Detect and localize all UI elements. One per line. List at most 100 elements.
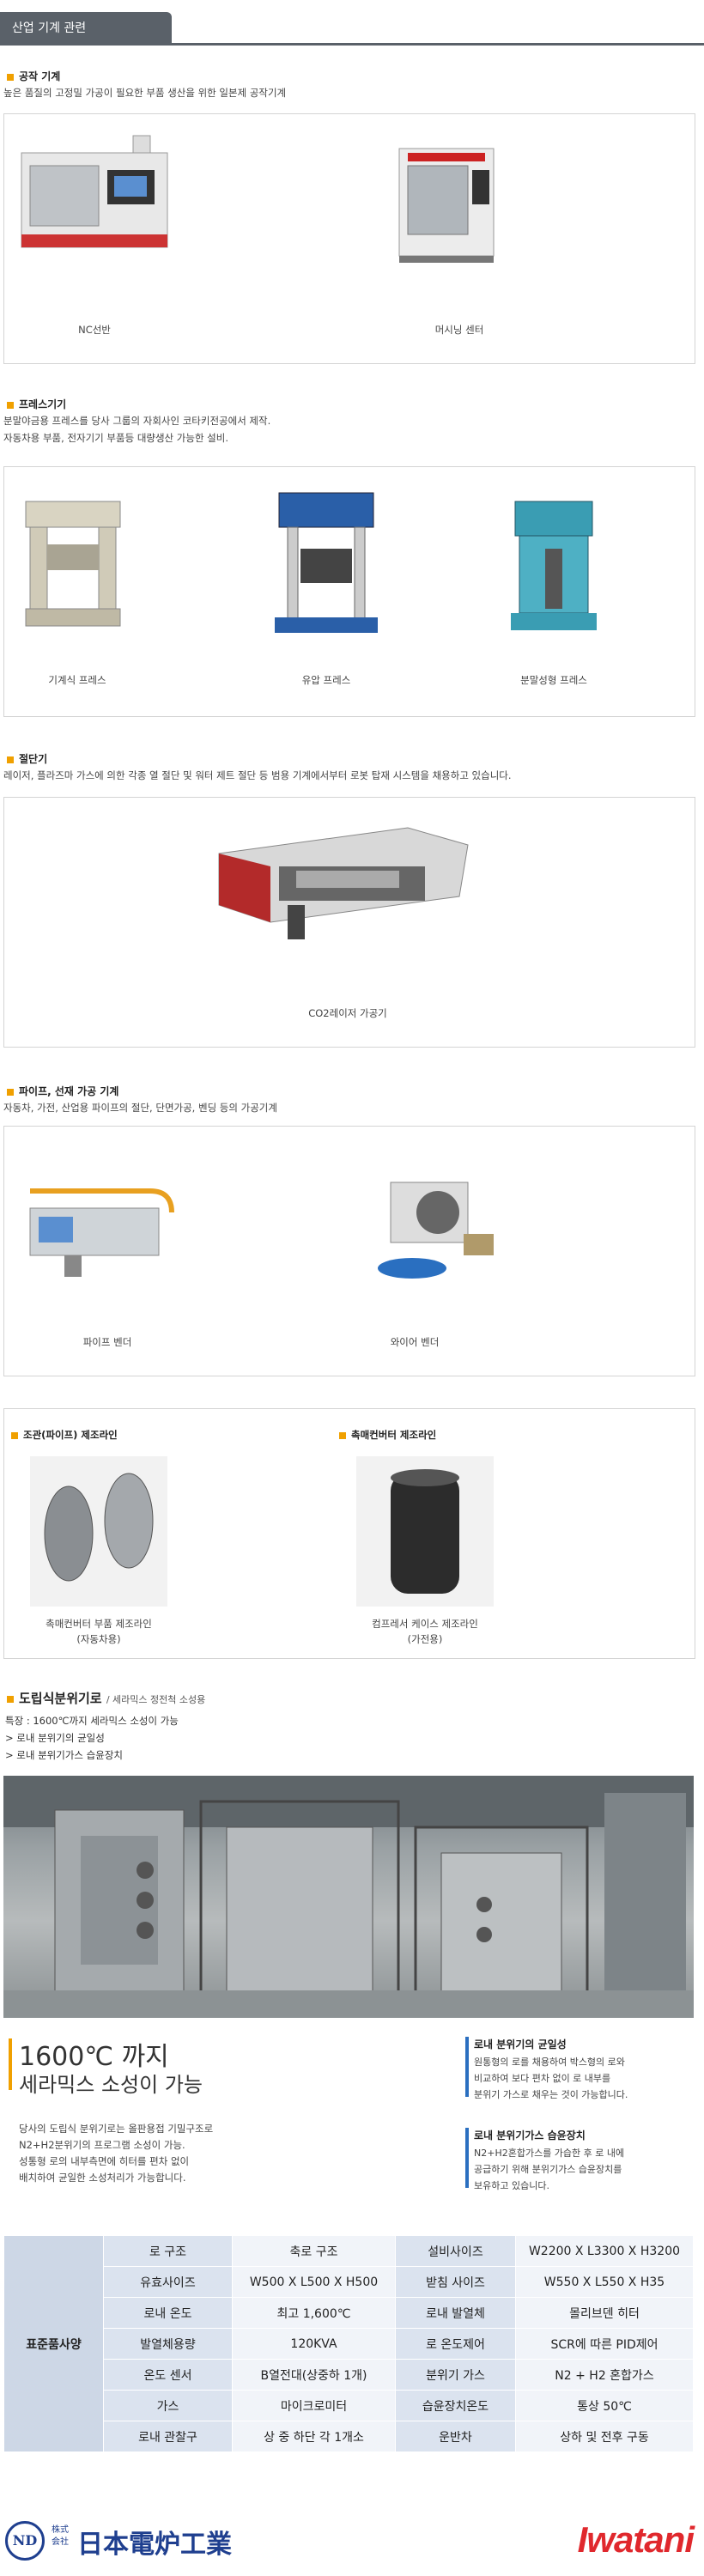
pipe-box: 파이프 벤더 와이어 벤더 (3, 1126, 695, 1376)
production-lines-box: 조관(파이프) 제조라인 촉매컨버터 제조라인 촉매컨버터 부품 제조라인 (자… (3, 1408, 695, 1659)
table-row: 발열체용량 120KVA 로 온도제어 SCR에 따른 PID제어 (4, 2328, 694, 2360)
section-title-cutter: 절단기 (7, 751, 47, 766)
nd-logo-icon: ND (5, 2521, 45, 2561)
tab-underline (0, 43, 704, 46)
spec-table: 표준품사양 로 구조 축로 구조 설비사이즈 W2200 X L3300 X H… (3, 2235, 694, 2452)
section-title-press: 프레스기기 (7, 397, 66, 411)
table-row: 표준품사양 로 구조 축로 구조 설비사이즈 W2200 X L3300 X H… (3, 2235, 694, 2452)
caption-compressor-case: 컴프레서 케이스 제조라인 (372, 1618, 478, 1630)
spec-label: 습윤장치온도 (395, 2390, 516, 2421)
spec-value: SCR에 따른 PID제어 (515, 2328, 694, 2360)
caption-compressor-case-sub: (가전용) (407, 1633, 443, 1645)
furnace-desc-line: N2+H2분위기의 프로그램 소성이 가능. (19, 2139, 185, 2151)
spec-value: 마이크로미터 (232, 2390, 396, 2421)
press-box: 기계식 프레스 유압 프레스 분말성형 프레스 (3, 466, 695, 717)
caption-co2-laser: CO2레이저 가공기 (308, 1007, 387, 1019)
table-row: 로내 관찰구 상 중 하단 각 1개소 운반차 상하 및 전후 구동 (4, 2421, 694, 2452)
section-desc-press-2: 자동차용 부품, 전자기기 부품등 대량생산 가능한 설비. (3, 432, 229, 444)
mechanical-press-image (25, 501, 121, 627)
headline-ceramics: 세라믹스 소성이 가능 (19, 2073, 203, 2097)
footer-logos: ND 株式 会社 日本電炉工業 Iwatani (0, 2518, 704, 2569)
uniformity-line: 원통형의 로를 채용하여 박스형의 로와 (474, 2057, 625, 2068)
furnace-desc-line: 성통형 로의 내부측면에 히터를 편차 없이 (19, 2155, 190, 2167)
section-title-catalyst-line: 촉매컨버터 제조라인 (339, 1428, 436, 1442)
furnace-desc-line: 배치하여 균일한 소성처리가 가능합니다. (19, 2172, 186, 2184)
table-row: 유효사이즈 W500 X L500 X H500 받침 사이즈 W550 X L… (4, 2266, 694, 2298)
caption-catalyst-parts-sub: (자동차용) (76, 1633, 121, 1645)
humidifier-body: N2+H2혼합가스를 가습한 후 로 내에 공급하기 위해 분위기가스 습윤장치… (474, 2145, 624, 2194)
humidifier-line: 보유하고 있습니다. (474, 2180, 549, 2191)
spec-label: 로 구조 (103, 2235, 233, 2267)
wire-bender-image (378, 1182, 494, 1279)
pipe-bender-image (29, 1188, 174, 1277)
table-row: 로내 온도 최고 1,600℃ 로내 발열체 몰리브덴 히터 (4, 2297, 694, 2329)
humidifier-line: N2+H2혼합가스를 가습한 후 로 내에 (474, 2148, 625, 2159)
table-row: 가스 마이크로미터 습윤장치온도 통상 50℃ (4, 2390, 694, 2421)
spec-value: 몰리브덴 히터 (515, 2297, 694, 2329)
furnace-desc: 당사의 도립식 분위기로는 올판용접 기밀구조로 N2+H2분위기의 프로그램 … (19, 2121, 213, 2186)
spec-label: 온도 센서 (103, 2359, 233, 2391)
feature-uniformity: > 로내 분위기의 균일성 (5, 1732, 105, 1744)
spec-value: W550 X L550 X H35 (515, 2266, 694, 2298)
right-accent-bar-2 (465, 2128, 469, 2188)
caption-hydraulic-press: 유압 프레스 (301, 674, 351, 686)
section-desc-pipe: 자동차, 가전, 산업용 파이프의 절단, 단면가공, 벤딩 등의 가공기계 (3, 1102, 277, 1114)
uniformity-body: 원통형의 로를 채용하여 박스형의 로와 비교하여 보다 편차 없이 로 내부를… (474, 2054, 628, 2103)
spec-label: 운반차 (395, 2421, 516, 2452)
spec-value: B열전대(상중하 1개) (232, 2359, 396, 2391)
spec-value: 축로 구조 (232, 2235, 396, 2267)
furnace-photo (3, 1776, 694, 2018)
section-desc-machine-tools: 높은 품질의 고정밀 가공이 필요한 부품 생산을 위한 일본제 공작기계 (3, 87, 287, 99)
spec-label: 유효사이즈 (103, 2266, 233, 2298)
feature-humidifier: > 로내 분위기가스 습윤장치 (5, 1749, 123, 1761)
nd-logo-text: 日本電炉工業 (77, 2530, 232, 2560)
uniformity-line: 비교하여 보다 편차 없이 로 내부를 (474, 2073, 611, 2084)
spec-label: 로 온도제어 (395, 2328, 516, 2360)
spec-value: 최고 1,600℃ (232, 2297, 396, 2329)
cutter-box: CO2레이저 가공기 (3, 797, 695, 1048)
section-desc-press-1: 분말야금용 프레스를 당사 그룹의 자회사인 코타키전공에서 제작. (3, 415, 271, 427)
spec-label: 받침 사이즈 (395, 2266, 516, 2298)
spec-value: 통상 50℃ (515, 2390, 694, 2421)
co2-laser-image (218, 827, 469, 939)
spec-value: W2200 X L3300 X H3200 (515, 2235, 694, 2267)
section-desc-cutter: 레이저, 플라즈마 가스에 의한 각종 열 절단 및 워터 제트 절단 등 범용… (3, 769, 512, 781)
caption-mechanical-press: 기계식 프레스 (48, 674, 106, 686)
feature-main: 특장 : 1600℃까지 세라믹스 소성이 가능 (5, 1715, 179, 1727)
spec-table-header: 표준품사양 (3, 2235, 104, 2452)
humidifier-line: 공급하기 위해 분위기가스 습윤장치를 (474, 2164, 622, 2175)
humidifier-heading: 로내 분위기가스 습윤장치 (474, 2129, 586, 2142)
spec-label: 로내 관찰구 (103, 2421, 233, 2452)
section-title-pipe: 파이프, 선재 가공 기계 (7, 1084, 118, 1098)
caption-machining-center: 머시닝 센터 (434, 324, 484, 336)
furnace-title: 도립식분위기로 / 세라믹스 정전척 소성용 (7, 1689, 205, 1707)
nd-logo-small-2: 会社 (52, 2537, 69, 2547)
caption-wire-bender: 와이어 벤더 (390, 1336, 440, 1348)
furnace-subtitle: / 세라믹스 정전척 소성용 (106, 1694, 206, 1705)
section-title-pipe-line: 조관(파이프) 제조라인 (11, 1428, 118, 1442)
uniformity-heading: 로내 분위기의 균일성 (474, 2038, 567, 2050)
page-tab: 산업 기계 관련 (0, 12, 172, 45)
machining-center-image (398, 148, 495, 263)
furnace-features: 특장 : 1600℃까지 세라믹스 소성이 가능 > 로내 분위기의 균일성 >… (5, 1712, 179, 1764)
nd-logo-small-1: 株式 (52, 2525, 69, 2535)
caption-nc-lathe: NC선반 (78, 324, 111, 336)
spec-label: 가스 (103, 2390, 233, 2421)
spec-value: 상하 및 전후 구동 (515, 2421, 694, 2452)
spec-value: 120KVA (232, 2328, 396, 2360)
spec-value: N2 + H2 혼합가스 (515, 2359, 694, 2391)
spec-label: 분위기 가스 (395, 2359, 516, 2391)
powder-press-image (511, 501, 597, 630)
table-row: 온도 센서 B열전대(상중하 1개) 분위기 가스 N2 + H2 혼합가스 (4, 2359, 694, 2391)
furnace-title-text: 도립식분위기로 (19, 1691, 102, 1706)
caption-pipe-bender: 파이프 벤더 (82, 1336, 132, 1348)
hydraulic-press-image (275, 492, 378, 633)
machine-tools-box: NC선반 머시닝 센터 (3, 113, 695, 364)
furnace-desc-line: 당사의 도립식 분위기로는 올판용접 기밀구조로 (19, 2123, 214, 2135)
nd-logo-small-text: 株式 会社 (52, 2524, 69, 2549)
nc-lathe-image (21, 135, 168, 248)
headline-accent-bar (9, 2038, 12, 2090)
iwatani-logo: Iwatani (577, 2519, 695, 2560)
caption-catalyst-parts: 촉매컨버터 부품 제조라인 (46, 1618, 152, 1630)
spec-value: 상 중 하단 각 1개소 (232, 2421, 396, 2452)
